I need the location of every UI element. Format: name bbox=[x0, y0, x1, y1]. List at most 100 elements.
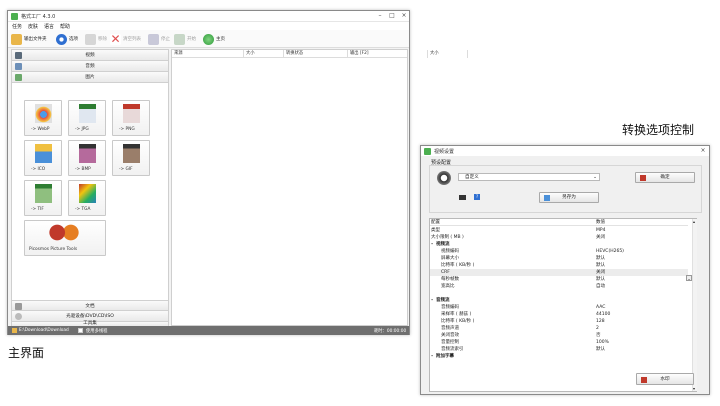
picosmos-tools-button[interactable]: Picosmos Picture Tools bbox=[24, 220, 106, 256]
property-section[interactable]: – 附加字幕 bbox=[430, 353, 688, 360]
file-list[interactable]: 来源 大小 转换状态 输出 [F2] 大小 bbox=[171, 49, 468, 326]
menu-task[interactable]: 任务 bbox=[12, 23, 22, 30]
home-button[interactable]: 主页 bbox=[203, 33, 225, 45]
help-icon[interactable]: ? bbox=[474, 194, 480, 200]
collapse-icon[interactable]: – bbox=[431, 297, 433, 304]
property-section[interactable]: – 音频流 bbox=[430, 297, 688, 304]
property-key: 类型 bbox=[431, 228, 440, 233]
property-row[interactable]: 大小限制 ( MB ) 关闭 bbox=[430, 234, 688, 241]
property-key: 比特率 ( KB/秒 ) bbox=[441, 263, 475, 268]
start-button[interactable]: 开始 bbox=[174, 33, 196, 45]
property-key: 采样率 ( 赫兹 ) bbox=[441, 312, 472, 317]
property-row[interactable]: 比特率 ( KB/秒 ) 128 bbox=[430, 318, 688, 325]
property-value: HEVC(H265) bbox=[596, 249, 624, 254]
video-icon bbox=[15, 52, 22, 59]
tga-icon bbox=[79, 184, 96, 203]
keyboard-icon bbox=[459, 195, 466, 200]
format-png-button[interactable]: -> PNG bbox=[112, 100, 150, 136]
property-value: 否 bbox=[596, 333, 601, 338]
column-output[interactable]: 输出 [F2] bbox=[348, 50, 428, 58]
output-folder-button[interactable]: 输出文件夹 bbox=[11, 33, 47, 45]
category-video[interactable]: 视频 bbox=[12, 50, 168, 61]
property-key: 音频流索引 bbox=[441, 347, 464, 352]
property-row[interactable]: CRF 关闭 bbox=[430, 269, 688, 276]
format-tga-button[interactable]: -> TGA bbox=[68, 180, 106, 216]
scroll-up-icon[interactable]: ▴ bbox=[693, 219, 695, 224]
elapsed-time: 耗时：00:00:00 bbox=[374, 329, 407, 334]
maximize-icon[interactable]: □ bbox=[388, 12, 396, 20]
clear-list-icon: ✕ bbox=[110, 31, 121, 46]
category-audio[interactable]: 音频 bbox=[12, 61, 168, 72]
property-scrollbar[interactable]: ▴ ▾ bbox=[692, 219, 697, 391]
column-status[interactable]: 转换状态 bbox=[284, 50, 348, 58]
remove-button[interactable]: 移除 bbox=[85, 33, 107, 45]
start-icon bbox=[174, 33, 185, 45]
property-row[interactable]: 类型 MP4 bbox=[430, 227, 688, 234]
options-app-icon bbox=[424, 148, 431, 155]
property-grid[interactable]: 配置 数值 类型 MP4 大小限制 ( MB ) 关闭 – 视频流 视频编码 HEVC(H2… bbox=[429, 218, 697, 392]
property-key: 音频编码 bbox=[441, 305, 459, 310]
property-key: 附加字幕 bbox=[436, 354, 454, 359]
property-row[interactable]: 每秒帧数 默认 bbox=[430, 276, 688, 283]
property-row[interactable]: 音频声道 2 bbox=[430, 325, 688, 332]
ok-button[interactable]: 确定 bbox=[635, 172, 695, 183]
minimize-icon[interactable]: – bbox=[376, 12, 384, 20]
stop-button[interactable]: 停止 bbox=[148, 33, 170, 45]
bmp-icon bbox=[79, 144, 96, 163]
format-gif-button[interactable]: -> GIF bbox=[112, 140, 150, 176]
property-row[interactable]: 关闭音效 否 bbox=[430, 332, 688, 339]
collapse-icon[interactable]: – bbox=[431, 241, 433, 248]
property-value: 默认 bbox=[596, 347, 605, 352]
property-row[interactable]: 采样率 ( 赫兹 ) 44100 bbox=[430, 311, 688, 318]
folder-icon bbox=[11, 33, 22, 45]
menu-language[interactable]: 语言 bbox=[44, 23, 54, 30]
property-key: 音量控制 bbox=[441, 340, 459, 345]
clear-list-button[interactable]: ✕ 清空列表 bbox=[110, 33, 141, 45]
property-row[interactable]: 音量控制 100% bbox=[430, 339, 688, 346]
crf-dropdown-button[interactable]: ⌄ bbox=[686, 275, 692, 281]
format-ico-button[interactable]: -> ICO bbox=[24, 140, 62, 176]
property-section[interactable]: – 视频流 bbox=[430, 241, 688, 248]
multithread-checkbox[interactable] bbox=[78, 328, 83, 333]
format-jpg-button[interactable]: -> JPG bbox=[68, 100, 106, 136]
column-size[interactable]: 大小 bbox=[244, 50, 284, 58]
format-tif-button[interactable]: -> TIF bbox=[24, 180, 62, 216]
preset-dropdown[interactable]: 自定义 ⌄ bbox=[458, 173, 600, 181]
collapse-icon[interactable]: – bbox=[431, 353, 433, 360]
property-row[interactable]: 音频流索引 默认 bbox=[430, 346, 688, 353]
main-interface-label: 主界面 bbox=[8, 346, 45, 360]
multithread-label: 使用多线程 bbox=[86, 329, 108, 334]
options-close-icon[interactable]: × bbox=[699, 147, 707, 155]
property-row[interactable]: 宽高比 自动 bbox=[430, 283, 688, 290]
property-key: 宽高比 bbox=[441, 284, 455, 289]
property-key: 音频声道 bbox=[441, 326, 459, 331]
category-document[interactable]: 文档 bbox=[12, 300, 168, 311]
scroll-down-icon[interactable]: ▾ bbox=[693, 386, 695, 391]
watermark-icon bbox=[641, 377, 647, 383]
property-row[interactable]: 视频编码 HEVC(H265) bbox=[430, 248, 688, 255]
format-bmp-button[interactable]: -> BMP bbox=[68, 140, 106, 176]
save-as-icon bbox=[544, 195, 550, 201]
property-row[interactable]: 比特率 ( KB/秒 ) 默认 bbox=[430, 262, 688, 269]
property-key: 视频编码 bbox=[441, 249, 459, 254]
property-row[interactable]: 屏幕大小 默认 bbox=[430, 255, 688, 262]
property-row[interactable]: 音频编码 AAC bbox=[430, 304, 688, 311]
property-grid-header: 配置 数值 bbox=[430, 219, 688, 226]
picosmos-icon bbox=[47, 224, 81, 241]
format-webp-button[interactable]: -> WebP bbox=[24, 100, 62, 136]
column-output-size[interactable]: 大小 bbox=[428, 50, 468, 58]
jpg-icon bbox=[79, 104, 96, 123]
output-path: E:\Download\Download bbox=[19, 328, 69, 333]
menu-skin[interactable]: 皮肤 bbox=[28, 23, 38, 30]
property-row[interactable] bbox=[430, 290, 688, 297]
watermark-button[interactable]: 水印 bbox=[636, 373, 694, 385]
category-image[interactable]: 图片 bbox=[12, 72, 168, 83]
property-key: 比特率 ( KB/秒 ) bbox=[441, 319, 475, 324]
close-icon[interactable]: × bbox=[400, 12, 408, 20]
menu-help[interactable]: 帮助 bbox=[60, 23, 70, 30]
column-source[interactable]: 来源 bbox=[172, 50, 244, 58]
category-panel: 视频 音频 图片 -> WebP -> JPG -> PNG -> ICO ->… bbox=[11, 49, 169, 327]
options-button[interactable]: 选项 bbox=[56, 33, 78, 45]
save-as-button[interactable]: 另存为 bbox=[539, 192, 599, 203]
audio-icon bbox=[15, 63, 22, 70]
